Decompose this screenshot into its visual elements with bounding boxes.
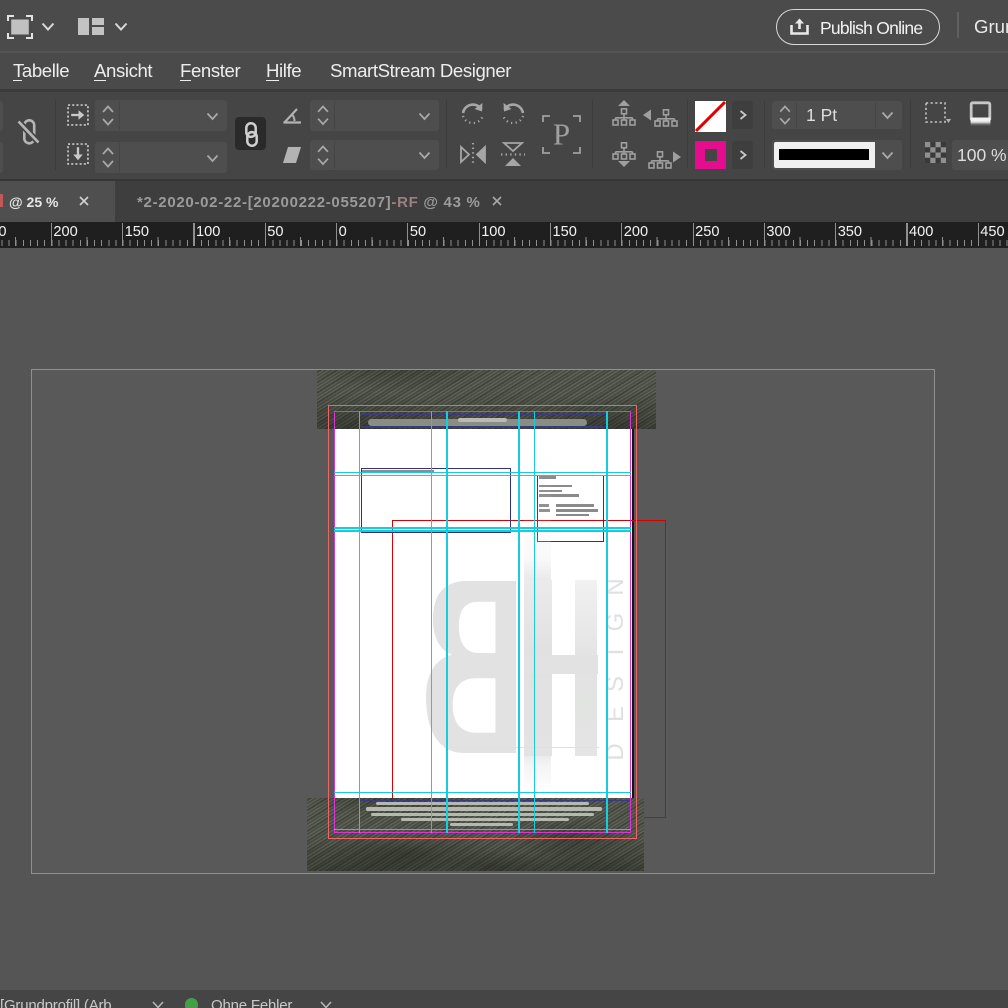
svg-text:P: P: [553, 116, 570, 151]
